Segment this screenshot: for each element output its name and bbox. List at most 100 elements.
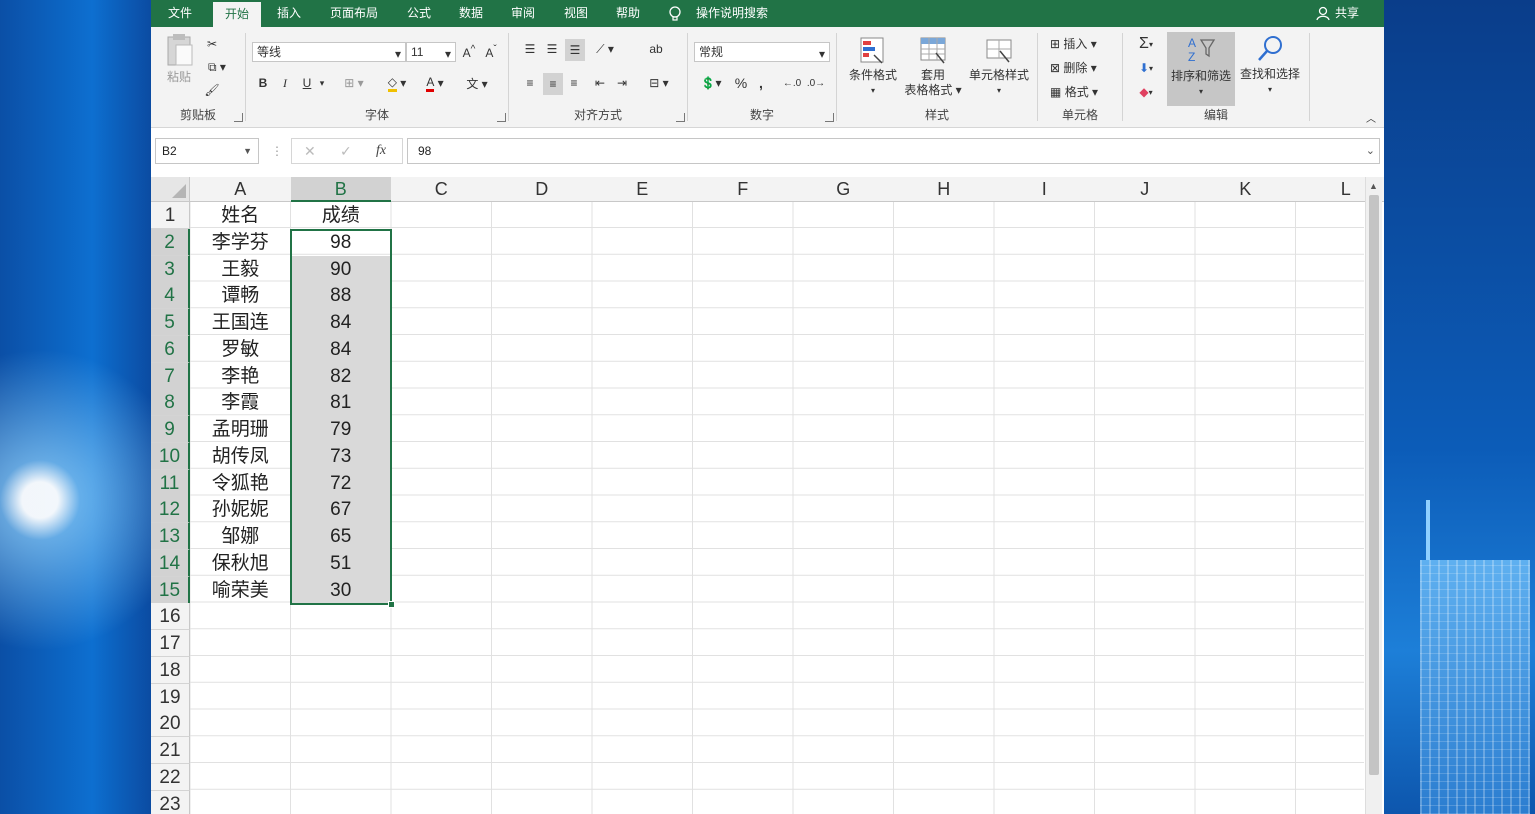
cell-name[interactable]: 王毅 <box>190 256 291 283</box>
row-header-22[interactable]: 22 <box>151 763 190 791</box>
comma-style-button[interactable]: , <box>754 73 768 93</box>
row-header-4[interactable]: 4 <box>151 282 190 310</box>
column-header-f[interactable]: F <box>692 177 794 202</box>
tab-formulas[interactable]: 公式 <box>397 0 441 27</box>
enter-icon[interactable]: ✓ <box>340 143 352 160</box>
row-header-18[interactable]: 18 <box>151 656 190 684</box>
insert-cells-button[interactable]: ⊞ 插入 ▾ <box>1050 35 1097 52</box>
formula-input[interactable]: 98 ⌄ <box>407 138 1380 164</box>
paste-button[interactable]: 粘贴 <box>159 33 199 85</box>
decrease-font-button[interactable]: Aˇ <box>482 42 500 62</box>
font-color-button[interactable]: A ▾ <box>418 73 452 93</box>
cell-name[interactable]: 令狐艳 <box>190 470 291 497</box>
fill-color-button[interactable]: ◇ ▾ <box>380 73 414 93</box>
column-header-g[interactable]: G <box>793 177 895 202</box>
clear-button[interactable]: ◆ ▾ <box>1131 83 1161 101</box>
row-header-5[interactable]: 5 <box>151 309 190 336</box>
cell-name[interactable]: 孙妮妮 <box>190 496 291 523</box>
fill-handle[interactable] <box>388 601 395 609</box>
underline-dropdown[interactable]: ▾ <box>316 73 328 93</box>
column-header-a[interactable]: A <box>190 177 292 202</box>
delete-cells-button[interactable]: ⊠ 删除 ▾ <box>1050 59 1097 76</box>
tab-insert[interactable]: 插入 <box>267 0 311 27</box>
font-launcher-icon[interactable] <box>497 113 506 122</box>
column-header-k[interactable]: K <box>1195 177 1297 202</box>
tab-page-layout[interactable]: 页面布局 <box>321 0 387 27</box>
cell-name[interactable]: 胡传凤 <box>190 443 291 470</box>
column-header-c[interactable]: C <box>391 177 493 202</box>
decrease-indent-button[interactable]: ⇤ <box>591 73 609 93</box>
cell-b1-header[interactable]: 成绩 <box>291 202 392 229</box>
align-bottom-button[interactable]: ☰ <box>565 39 585 61</box>
cut-button[interactable]: ✂ <box>203 35 221 53</box>
row-header-19[interactable]: 19 <box>151 683 190 711</box>
row-header-1[interactable]: 1 <box>151 202 190 229</box>
decrease-decimal-button[interactable]: .0→ <box>806 73 826 93</box>
cell-name[interactable]: 孟明珊 <box>190 416 291 443</box>
scrollbar-thumb[interactable] <box>1369 195 1379 775</box>
scroll-up-icon[interactable]: ▲ <box>1369 181 1378 191</box>
cell-name[interactable]: 王国连 <box>190 309 291 336</box>
align-right-button[interactable]: ≡ <box>565 73 583 93</box>
underline-button[interactable]: U <box>298 73 316 93</box>
row-header-3[interactable]: 3 <box>151 255 190 283</box>
increase-font-button[interactable]: A^ <box>460 42 478 62</box>
conditional-formatting-button[interactable]: 条件格式 ▾ <box>845 35 901 98</box>
row-header-15[interactable]: 15 <box>151 576 190 604</box>
cell-name[interactable]: 谭畅 <box>190 282 291 309</box>
cell-name[interactable]: 罗敏 <box>190 336 291 363</box>
bold-button[interactable]: B <box>254 73 272 93</box>
tab-data[interactable]: 数据 <box>449 0 493 27</box>
row-header-14[interactable]: 14 <box>151 549 190 577</box>
number-launcher-icon[interactable] <box>825 113 834 122</box>
row-header-21[interactable]: 21 <box>151 737 190 764</box>
tab-view[interactable]: 视图 <box>554 0 598 27</box>
phonetic-button[interactable]: 文 ▾ <box>460 73 494 93</box>
collapse-ribbon-button[interactable]: ︿ <box>1364 111 1378 125</box>
cell-name[interactable]: 李霞 <box>190 389 291 416</box>
insert-function-button[interactable]: fx <box>376 143 386 159</box>
tab-help[interactable]: 帮助 <box>606 0 650 27</box>
row-header-16[interactable]: 16 <box>151 603 190 631</box>
merge-center-button[interactable]: ⊟ ▾ <box>643 73 675 93</box>
alignment-launcher-icon[interactable] <box>676 113 685 122</box>
vertical-scrollbar[interactable]: ▲ <box>1365 177 1382 814</box>
fill-button[interactable]: ⬇ ▾ <box>1131 59 1161 77</box>
align-top-button[interactable]: ☰ <box>521 39 539 59</box>
cell-area[interactable]: 姓名 成绩 李学芬 98 王毅 90 谭畅 88 王国连 84 罗敏 84 李艳 82 李霞 81 孟明珊 79 胡… <box>190 202 1364 814</box>
accounting-format-button[interactable]: 💲▾ <box>694 73 728 93</box>
format-as-table-button[interactable]: 套用 表格格式 ▾ <box>901 35 965 98</box>
cancel-icon[interactable]: ✕ <box>304 143 316 160</box>
row-header-17[interactable]: 17 <box>151 630 190 657</box>
wrap-text-button[interactable]: ab <box>647 39 665 59</box>
copy-button[interactable]: ⧉ ▾ <box>203 58 231 76</box>
sort-filter-button[interactable]: AZ 排序和筛选 ▾ <box>1167 32 1235 106</box>
autosum-button[interactable]: Σ ▾ <box>1131 35 1161 53</box>
select-all-button[interactable] <box>151 177 190 202</box>
tab-file[interactable]: 文件 <box>155 0 205 27</box>
row-header-10[interactable]: 10 <box>151 442 190 470</box>
cell-styles-button[interactable]: 单元格样式 ▾ <box>965 35 1033 98</box>
row-header-6[interactable]: 6 <box>151 335 190 363</box>
row-header-13[interactable]: 13 <box>151 523 190 550</box>
column-header-h[interactable]: H <box>893 177 995 202</box>
cell-name[interactable]: 保秋旭 <box>190 550 291 577</box>
cell-a1-header[interactable]: 姓名 <box>190 202 291 229</box>
cell-name[interactable]: 李学芬 <box>190 229 291 256</box>
row-header-20[interactable]: 20 <box>151 710 190 738</box>
tab-review[interactable]: 审阅 <box>501 0 545 27</box>
align-left-button[interactable]: ≡ <box>521 73 539 93</box>
borders-button[interactable]: ⊞ ▾ <box>338 73 370 93</box>
row-header-11[interactable]: 11 <box>151 469 190 497</box>
format-cells-button[interactable]: ▦ 格式 ▾ <box>1050 83 1098 100</box>
increase-indent-button[interactable]: ⇥ <box>613 73 631 93</box>
tab-home[interactable]: 开始 <box>213 0 261 29</box>
align-middle-button[interactable]: ☰ <box>543 39 561 59</box>
column-header-j[interactable]: J <box>1094 177 1196 202</box>
cell-name[interactable]: 邹娜 <box>190 523 291 550</box>
column-header-e[interactable]: E <box>592 177 694 202</box>
find-select-button[interactable]: 查找和选择 ▾ <box>1237 34 1303 97</box>
orientation-button[interactable]: ⟋ ▾ <box>591 39 619 59</box>
row-header-9[interactable]: 9 <box>151 416 190 443</box>
column-header-i[interactable]: I <box>994 177 1096 202</box>
